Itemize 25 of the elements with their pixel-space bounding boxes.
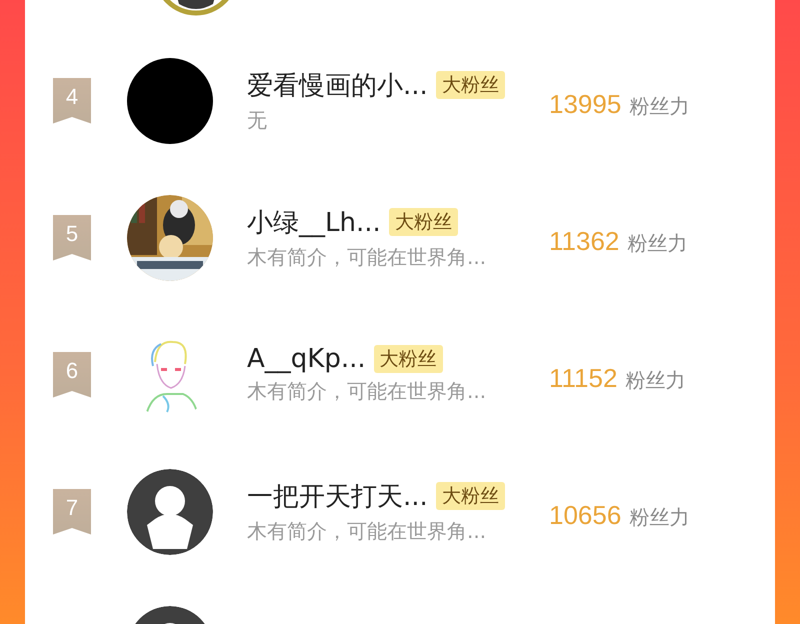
fan-score: 11362 — [549, 226, 620, 257]
rank-badge: 4 — [53, 78, 91, 124]
user-bio: 无 — [247, 106, 268, 134]
fan-level-tag: 大粉丝 — [388, 208, 458, 236]
user-bio: 木有简介，可能在世界角... — [247, 518, 488, 544]
fan-score: 13995 — [549, 89, 622, 120]
score-unit: 粉丝力 — [625, 367, 686, 394]
score-unit: 粉丝力 — [627, 230, 688, 257]
person-avatar-icon — [127, 468, 213, 554]
fan-level-tag: 大粉丝 — [436, 482, 505, 510]
fan-level-tag: 大粉丝 — [374, 345, 443, 373]
user-name: A__qKp... — [247, 344, 366, 374]
user-name: 一把开天打天... — [247, 480, 428, 514]
user-name: 爱看慢画的小... — [247, 70, 428, 102]
fan-level-tag: 大粉丝 — [436, 71, 505, 99]
rank-badge: 5 — [53, 214, 91, 260]
fan-score: 10656 — [549, 500, 622, 531]
rank-badge: 7 — [53, 488, 91, 534]
user-bio: 木有简介，可能在世界角... — [247, 244, 488, 270]
fan-score: 11152 — [549, 363, 618, 394]
rank-badge: 6 — [53, 352, 91, 398]
user-name: 小绿__Lh... — [247, 206, 381, 240]
score-unit: 粉丝力 — [629, 93, 690, 120]
score-unit: 粉丝力 — [629, 504, 690, 531]
user-bio: 木有简介，可能在世界角... — [247, 378, 488, 405]
